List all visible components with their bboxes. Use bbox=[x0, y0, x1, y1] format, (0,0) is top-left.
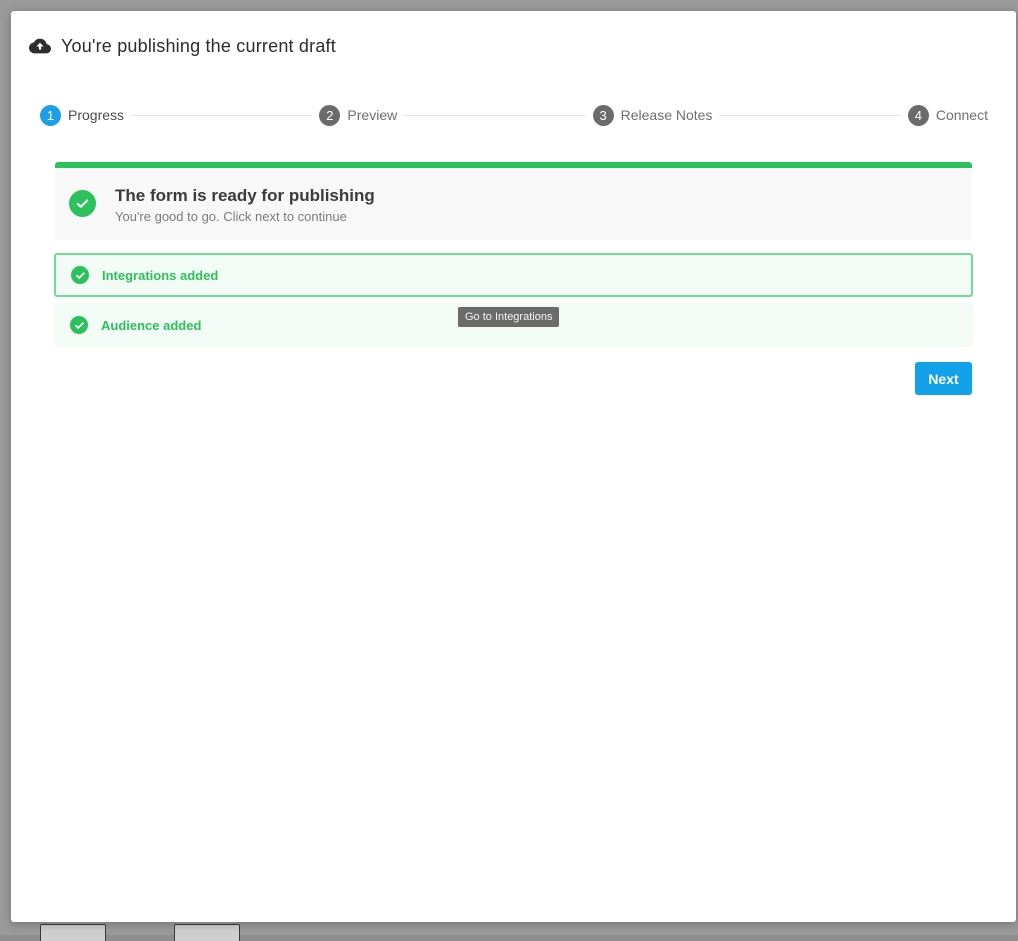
step-number: 4 bbox=[907, 104, 929, 126]
status-progress-bar bbox=[55, 162, 972, 168]
check-circle-icon bbox=[70, 316, 88, 334]
next-button[interactable]: Next bbox=[915, 362, 972, 395]
background-calendar-tile bbox=[40, 924, 106, 941]
step-label: Preview bbox=[347, 107, 398, 123]
step-label: Connect bbox=[935, 107, 988, 123]
step-number: 2 bbox=[319, 104, 341, 126]
step-label: Release Notes bbox=[620, 107, 713, 123]
publish-dialog: You're publishing the current draft 1 Pr… bbox=[11, 11, 1016, 922]
step-label: Progress bbox=[68, 107, 125, 123]
step-connector bbox=[404, 114, 586, 116]
checklist-item-label: Audience added bbox=[101, 317, 202, 333]
ready-status-card: The form is ready for publishing You're … bbox=[55, 162, 972, 240]
step-progress[interactable]: 1 Progress bbox=[40, 104, 125, 126]
step-connect[interactable]: 4 Connect bbox=[907, 104, 988, 126]
dialog-header: You're publishing the current draft bbox=[29, 35, 336, 57]
publish-stepper: 1 Progress 2 Preview 3 Release Notes 4 C… bbox=[40, 104, 988, 126]
dialog-title: You're publishing the current draft bbox=[61, 35, 336, 56]
check-circle-icon bbox=[71, 266, 89, 284]
step-release-notes[interactable]: 3 Release Notes bbox=[592, 104, 713, 126]
step-number: 3 bbox=[592, 104, 614, 126]
background-avatar-tile bbox=[174, 924, 240, 941]
status-subtitle: You're good to go. Click next to continu… bbox=[115, 209, 347, 224]
step-connector bbox=[719, 114, 901, 116]
step-preview[interactable]: 2 Preview bbox=[319, 104, 398, 126]
checklist-item-integrations[interactable]: Integrations added bbox=[54, 253, 973, 297]
step-number: 1 bbox=[40, 104, 61, 126]
status-title: The form is ready for publishing bbox=[115, 186, 375, 205]
integrations-tooltip: Go to Integrations bbox=[458, 307, 560, 327]
step-connector bbox=[131, 114, 313, 116]
check-circle-icon bbox=[69, 190, 96, 217]
checklist-item-label: Integrations added bbox=[102, 267, 219, 283]
cloud-upload-icon bbox=[29, 35, 51, 57]
